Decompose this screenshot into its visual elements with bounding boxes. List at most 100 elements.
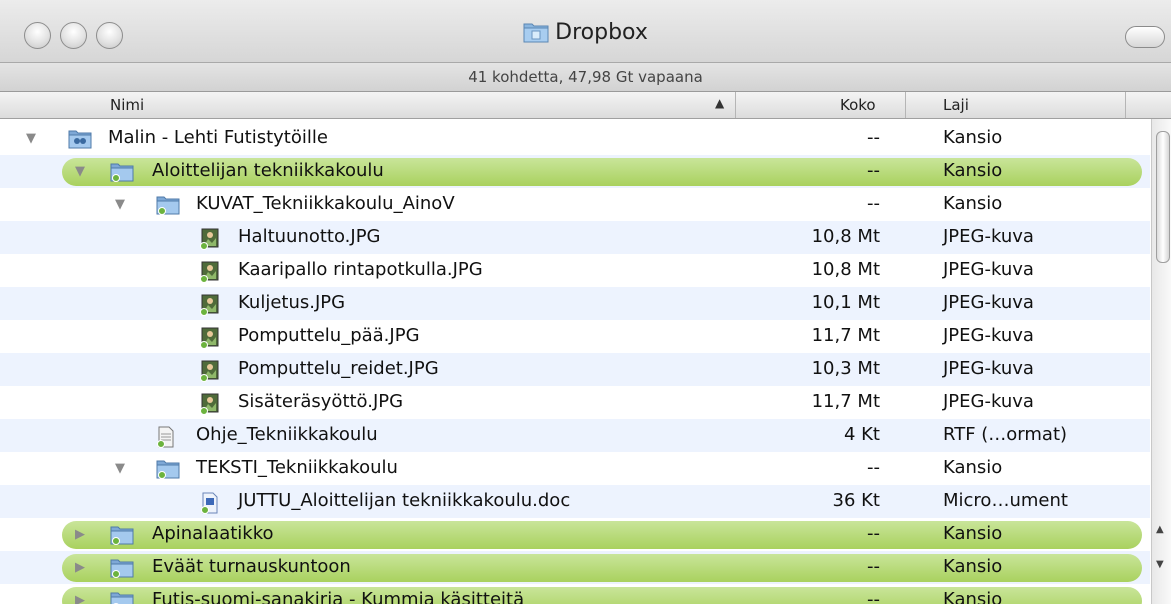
file-kind: Kansio — [943, 127, 1003, 148]
file-name: Eväät turnauskuntoon — [152, 556, 351, 577]
scrollbar-thumb[interactable] — [1156, 131, 1170, 263]
list-item[interactable]: Kaaripallo rintapotkulla.JPG 10,8 Mt JPEG-… — [0, 254, 1150, 287]
file-size: 10,1 Mt — [811, 292, 880, 313]
shared-folder-icon — [68, 129, 92, 154]
list-item[interactable]: ▶ Eväät turnauskuntoon -- Kansio — [0, 551, 1150, 584]
file-name: KUVAT_Tekniikkakoulu_AinoV — [196, 193, 455, 214]
list-item[interactable]: Haltuunotto.JPG 10,8 Mt JPEG-kuva — [0, 221, 1150, 254]
file-kind: Kansio — [943, 457, 1003, 478]
file-kind: JPEG-kuva — [943, 259, 1034, 280]
file-size: -- — [867, 160, 880, 181]
folder-icon — [110, 525, 134, 550]
file-name: JUTTU_Aloittelijan tekniikkakoulu.doc — [238, 490, 571, 511]
list-item[interactable]: Sisäteräsyöttö.JPG 11,7 Mt JPEG-kuva — [0, 386, 1150, 419]
file-name: Pomputtelu_pää.JPG — [238, 325, 420, 346]
dropbox-folder-icon — [523, 21, 549, 49]
file-size: 10,3 Mt — [811, 358, 880, 379]
file-size: 36 Kt — [832, 490, 881, 511]
vertical-scrollbar[interactable]: ▲ ▼ — [1151, 119, 1171, 604]
file-name: Futis-suomi-sanakirja - Kummia käsitteit… — [152, 589, 525, 604]
file-size: 10,8 Mt — [811, 226, 880, 247]
file-size: -- — [867, 193, 880, 214]
file-kind: Micro…ument — [943, 490, 1068, 511]
file-size: 11,7 Mt — [811, 325, 880, 346]
list-item[interactable]: ▼ TEKSTI_Tekniikkakoulu -- Kansio — [0, 452, 1150, 485]
window-title-text: Dropbox — [555, 20, 648, 45]
folder-icon — [156, 195, 180, 220]
file-name: Aloittelijan tekniikkakoulu — [152, 160, 384, 181]
list-item[interactable]: ▼ Malin - Lehti Futistytöille -- Kansio — [0, 122, 1150, 155]
file-list: ▼ Malin - Lehti Futistytöille -- Kansio ▼ Alo… — [0, 122, 1150, 604]
list-item[interactable]: JUTTU_Aloittelijan tekniikkakoulu.doc 36 … — [0, 485, 1150, 518]
disclosure-triangle-closed-icon[interactable]: ▶ — [75, 527, 85, 542]
list-item[interactable]: ▶ Futis-suomi-sanakirja - Kummia käsittei… — [0, 584, 1150, 604]
file-name: TEKSTI_Tekniikkakoulu — [196, 457, 398, 478]
scroll-up-arrow-icon[interactable]: ▲ — [1156, 524, 1164, 535]
folder-icon — [110, 558, 134, 583]
word-document-icon — [200, 492, 220, 519]
disclosure-triangle-open-icon[interactable]: ▼ — [115, 461, 125, 476]
file-kind: Kansio — [943, 589, 1003, 604]
file-name: Kaaripallo rintapotkulla.JPG — [238, 259, 483, 280]
rtf-document-icon — [156, 426, 176, 453]
file-size: -- — [867, 127, 880, 148]
file-size: 11,7 Mt — [811, 391, 880, 412]
image-file-icon — [200, 261, 220, 288]
list-item[interactable]: Pomputtelu_pää.JPG 11,7 Mt JPEG-kuva — [0, 320, 1150, 353]
image-file-icon — [200, 360, 220, 387]
file-name: Kuljetus.JPG — [238, 292, 346, 313]
file-kind: JPEG-kuva — [943, 325, 1034, 346]
window-title: Dropbox — [0, 20, 1171, 49]
file-kind: Kansio — [943, 193, 1003, 214]
file-name: Sisäteräsyöttö.JPG — [238, 391, 404, 412]
image-file-icon — [200, 393, 220, 420]
file-name: Apinalaatikko — [152, 523, 274, 544]
column-header-name[interactable]: Nimi — [110, 96, 144, 114]
list-item[interactable]: ▼ Aloittelijan tekniikkakoulu -- Kansio — [0, 155, 1150, 188]
file-size: 10,8 Mt — [811, 259, 880, 280]
disclosure-triangle-open-icon[interactable]: ▼ — [115, 197, 125, 212]
disclosure-triangle-open-icon[interactable]: ▼ — [26, 131, 36, 146]
file-size: -- — [867, 457, 880, 478]
folder-icon — [110, 591, 134, 604]
disclosure-triangle-closed-icon[interactable]: ▶ — [75, 593, 85, 604]
file-size: -- — [867, 556, 880, 577]
folder-icon — [156, 459, 180, 484]
status-bar: 41 kohdetta, 47,98 Gt vapaana — [0, 63, 1171, 92]
image-file-icon — [200, 327, 220, 354]
finder-window: Dropbox 41 kohdetta, 47,98 Gt vapaana Ni… — [0, 0, 1171, 604]
column-header: Nimi ▲ Koko Laji — [0, 92, 1171, 119]
file-kind: Kansio — [943, 523, 1003, 544]
file-kind: JPEG-kuva — [943, 226, 1034, 247]
column-header-size[interactable]: Koko — [840, 96, 876, 114]
title-bar: Dropbox — [0, 0, 1171, 63]
file-name: Malin - Lehti Futistytöille — [108, 127, 328, 148]
file-size: 4 Kt — [843, 424, 880, 445]
file-name: Pomputtelu_reidet.JPG — [238, 358, 439, 379]
list-item[interactable]: ▼ KUVAT_Tekniikkakoulu_AinoV -- Kansio — [0, 188, 1150, 221]
file-kind: JPEG-kuva — [943, 391, 1034, 412]
file-kind: JPEG-kuva — [943, 292, 1034, 313]
folder-icon — [110, 162, 134, 187]
disclosure-triangle-open-icon[interactable]: ▼ — [75, 164, 85, 179]
column-divider[interactable] — [1125, 92, 1126, 118]
sort-ascending-icon: ▲ — [715, 96, 725, 110]
list-item[interactable]: Ohje_Tekniikkakoulu 4 Kt RTF (…ormat) — [0, 419, 1150, 452]
image-file-icon — [200, 228, 220, 255]
file-name: Haltuunotto.JPG — [238, 226, 381, 247]
image-file-icon — [200, 294, 220, 321]
list-item[interactable]: ▶ Apinalaatikko -- Kansio — [0, 518, 1150, 551]
file-kind: JPEG-kuva — [943, 358, 1034, 379]
file-size: -- — [867, 589, 880, 604]
column-divider[interactable] — [735, 92, 736, 118]
file-size: -- — [867, 523, 880, 544]
scroll-down-arrow-icon[interactable]: ▼ — [1156, 559, 1164, 570]
list-item[interactable]: Pomputtelu_reidet.JPG 10,3 Mt JPEG-kuva — [0, 353, 1150, 386]
disclosure-triangle-closed-icon[interactable]: ▶ — [75, 560, 85, 575]
toolbar-toggle-button[interactable] — [1125, 26, 1165, 48]
column-header-kind[interactable]: Laji — [943, 96, 969, 114]
column-divider[interactable] — [905, 92, 906, 118]
list-item[interactable]: Kuljetus.JPG 10,1 Mt JPEG-kuva — [0, 287, 1150, 320]
file-kind: Kansio — [943, 160, 1003, 181]
file-name: Ohje_Tekniikkakoulu — [196, 424, 378, 445]
